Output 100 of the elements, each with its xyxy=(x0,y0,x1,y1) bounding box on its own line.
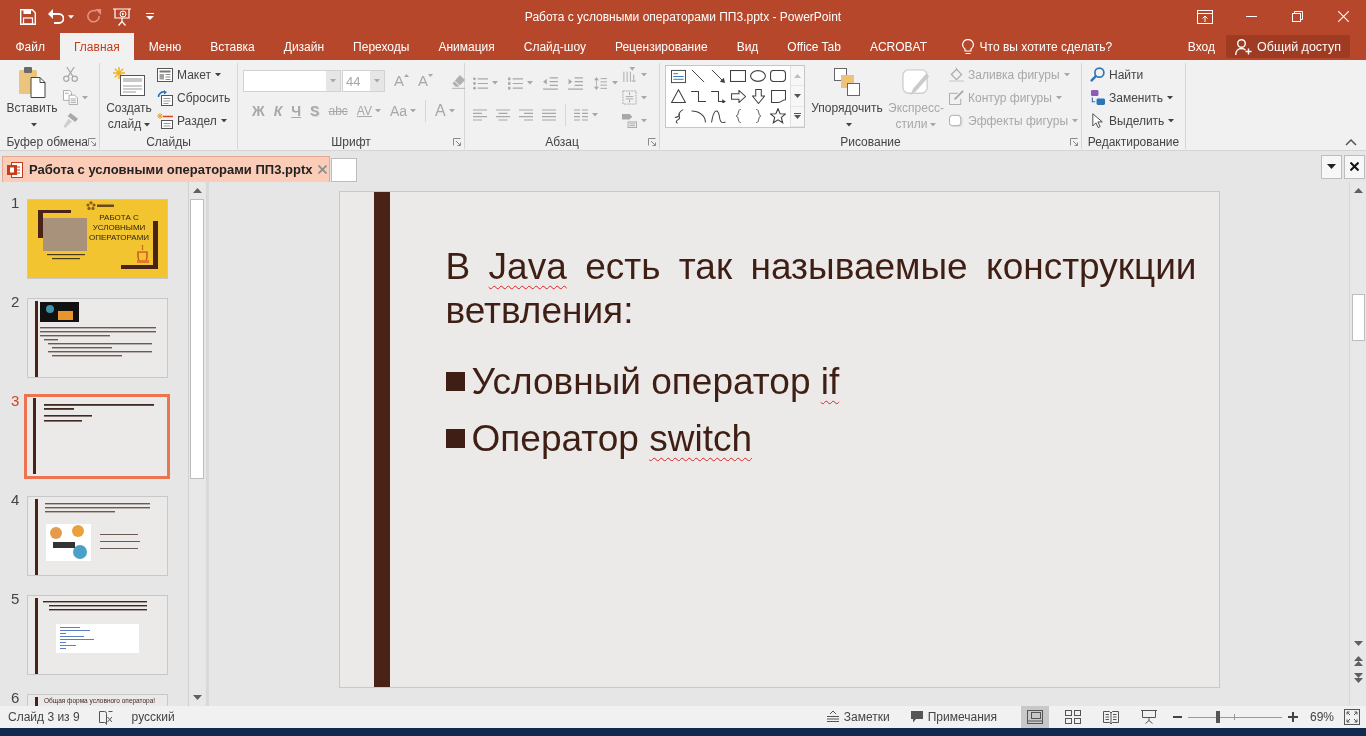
group-label: Шрифт xyxy=(331,135,371,149)
ribbon-tab[interactable]: Рецензирование xyxy=(600,33,723,60)
flower-logo-icon xyxy=(86,201,96,210)
scroll-up-icon[interactable] xyxy=(1353,188,1363,193)
ribbon-tab[interactable]: Дизайн xyxy=(269,33,339,60)
paste-button[interactable]: Вставить xyxy=(3,63,61,135)
down-triangle-icon xyxy=(1327,164,1336,169)
person-plus-icon xyxy=(1235,38,1252,55)
dashed-box-lines-icon xyxy=(622,90,637,105)
double-up-arrow-icon[interactable] xyxy=(1353,655,1363,666)
slide-thumbnail[interactable] xyxy=(27,496,168,576)
oval-icon[interactable] xyxy=(750,70,766,82)
double-down-arrow-icon[interactable] xyxy=(1353,672,1363,683)
ribbon-tab[interactable]: Вставка xyxy=(195,33,270,60)
ribbon-tab[interactable]: ACROBAT xyxy=(855,33,942,60)
replace-button[interactable]: Заменить xyxy=(1090,86,1173,109)
bracket-shape xyxy=(38,210,71,238)
bar-triangle-icon[interactable] xyxy=(794,113,801,120)
scroll-down-icon[interactable] xyxy=(1353,641,1363,646)
curve-icon[interactable] xyxy=(710,109,726,123)
text-lines-drawing xyxy=(97,204,114,207)
find-button[interactable]: Найти xyxy=(1090,63,1144,86)
ribbon-tab[interactable]: Анимация xyxy=(423,33,510,60)
slide-number: 4 xyxy=(10,493,21,507)
sign-in-link[interactable]: Вход xyxy=(1176,33,1226,60)
slide-thumbnail[interactable] xyxy=(27,298,168,378)
corner-arrow-icon[interactable] xyxy=(648,138,656,146)
left-brace-icon[interactable] xyxy=(734,109,742,123)
corner-arrow-icon[interactable] xyxy=(1070,138,1078,146)
document-tab[interactable]: Работа с условными операторами ПП3.pptx xyxy=(2,156,330,182)
corner-arrow-icon[interactable] xyxy=(88,138,96,146)
slide-thumbnail[interactable]: РАБОТА С УСЛОВНЫМИ ОПЕРАТОРАМИ xyxy=(27,199,168,279)
ribbon-tab[interactable]: Office Tab xyxy=(772,33,856,60)
scrollbar-thumb[interactable] xyxy=(190,199,204,479)
square-bullet-icon xyxy=(445,429,465,448)
group-label: Слайды xyxy=(146,135,191,149)
bullet-text: Оператор switch xyxy=(471,416,752,461)
normal-view-button[interactable] xyxy=(1020,706,1049,728)
restore-icon[interactable] xyxy=(1291,11,1303,22)
section-button[interactable]: Раздел xyxy=(157,109,227,132)
ribbon-tab[interactable]: Вид xyxy=(722,33,773,60)
book-cross-icon[interactable] xyxy=(98,709,113,725)
ribbon-tab[interactable]: Переходы xyxy=(338,33,424,60)
text-box-icon[interactable] xyxy=(670,68,686,84)
minimize-icon[interactable] xyxy=(1245,16,1257,17)
columns-icon xyxy=(574,109,588,121)
sparkle-slide-icon xyxy=(113,67,145,97)
plus-icon[interactable] xyxy=(1287,712,1298,722)
triangle-icon[interactable] xyxy=(670,89,686,103)
ribbon-tab[interactable]: Главная xyxy=(59,33,135,60)
slide-thumbnail[interactable] xyxy=(24,394,170,479)
tab-list-button[interactable] xyxy=(1321,154,1342,179)
new-slide-button[interactable]: Создать слайд xyxy=(103,63,155,135)
document-shape-icon[interactable] xyxy=(770,89,786,103)
tiles-arrow-icon xyxy=(1090,90,1105,105)
chevron-up-icon[interactable] xyxy=(1345,139,1357,146)
arc-icon[interactable] xyxy=(690,109,706,123)
ribbon-tab[interactable]: Слайд-шоу xyxy=(509,33,601,60)
language-button[interactable]: русский xyxy=(131,710,175,724)
star-icon[interactable] xyxy=(770,108,786,124)
tag-box-icon xyxy=(622,113,637,128)
ribbon-tab[interactable]: Меню xyxy=(134,33,196,60)
select-button[interactable]: Выделить xyxy=(1090,109,1175,132)
line-arrow-icon[interactable] xyxy=(711,69,725,83)
reset-button[interactable]: Сбросить xyxy=(157,86,231,109)
caret-icon xyxy=(374,79,380,83)
close-document-button[interactable] xyxy=(1344,154,1365,179)
arrange-button[interactable]: Упорядочить xyxy=(809,63,885,135)
share-button[interactable]: Общий доступ xyxy=(1226,35,1350,58)
page-curved-arrow-icon xyxy=(157,89,173,106)
elbow-connector-icon[interactable] xyxy=(690,89,706,103)
elbow-arrow-icon[interactable] xyxy=(710,89,726,103)
scrollbar-thumb[interactable] xyxy=(1351,294,1365,341)
scroll-down-icon[interactable] xyxy=(794,94,801,98)
presentation-file-icon xyxy=(7,161,23,178)
bar-triangle-icon[interactable] xyxy=(146,13,154,20)
corner-arrow-icon[interactable] xyxy=(453,138,461,146)
right-arrow-icon[interactable] xyxy=(730,89,746,103)
notes-button[interactable]: Заметки xyxy=(826,710,890,724)
zoom-slider-thumb[interactable] xyxy=(1216,711,1221,723)
down-arrow-icon[interactable] xyxy=(751,88,765,104)
comments-button[interactable]: Примечания xyxy=(910,710,997,724)
save-icon[interactable] xyxy=(20,8,36,25)
search-icon xyxy=(1090,67,1105,82)
ribbon-tab[interactable]: Файл xyxy=(1,33,60,60)
scroll-down-icon[interactable] xyxy=(192,695,202,700)
corner-arrows-icon[interactable] xyxy=(1344,709,1360,725)
freeform-icon[interactable] xyxy=(672,108,684,124)
slide-title: В Java есть так называемые конструкции ветвления: xyxy=(445,245,1197,333)
cursor-arrow-icon xyxy=(1090,113,1105,128)
screen-play-icon[interactable] xyxy=(113,7,131,26)
slide-thumbnail[interactable] xyxy=(27,595,168,675)
tell-me-search[interactable]: Что вы хотите сделать? xyxy=(961,33,1113,60)
slide-number: 3 xyxy=(10,394,21,408)
layout-button[interactable]: Макет xyxy=(157,63,221,86)
line-icon[interactable] xyxy=(691,69,705,83)
zoom-level[interactable]: 69% xyxy=(1309,710,1334,724)
minus-icon[interactable] xyxy=(1172,716,1182,718)
right-brace-icon[interactable] xyxy=(754,109,762,123)
scroll-up-icon[interactable] xyxy=(192,188,202,193)
